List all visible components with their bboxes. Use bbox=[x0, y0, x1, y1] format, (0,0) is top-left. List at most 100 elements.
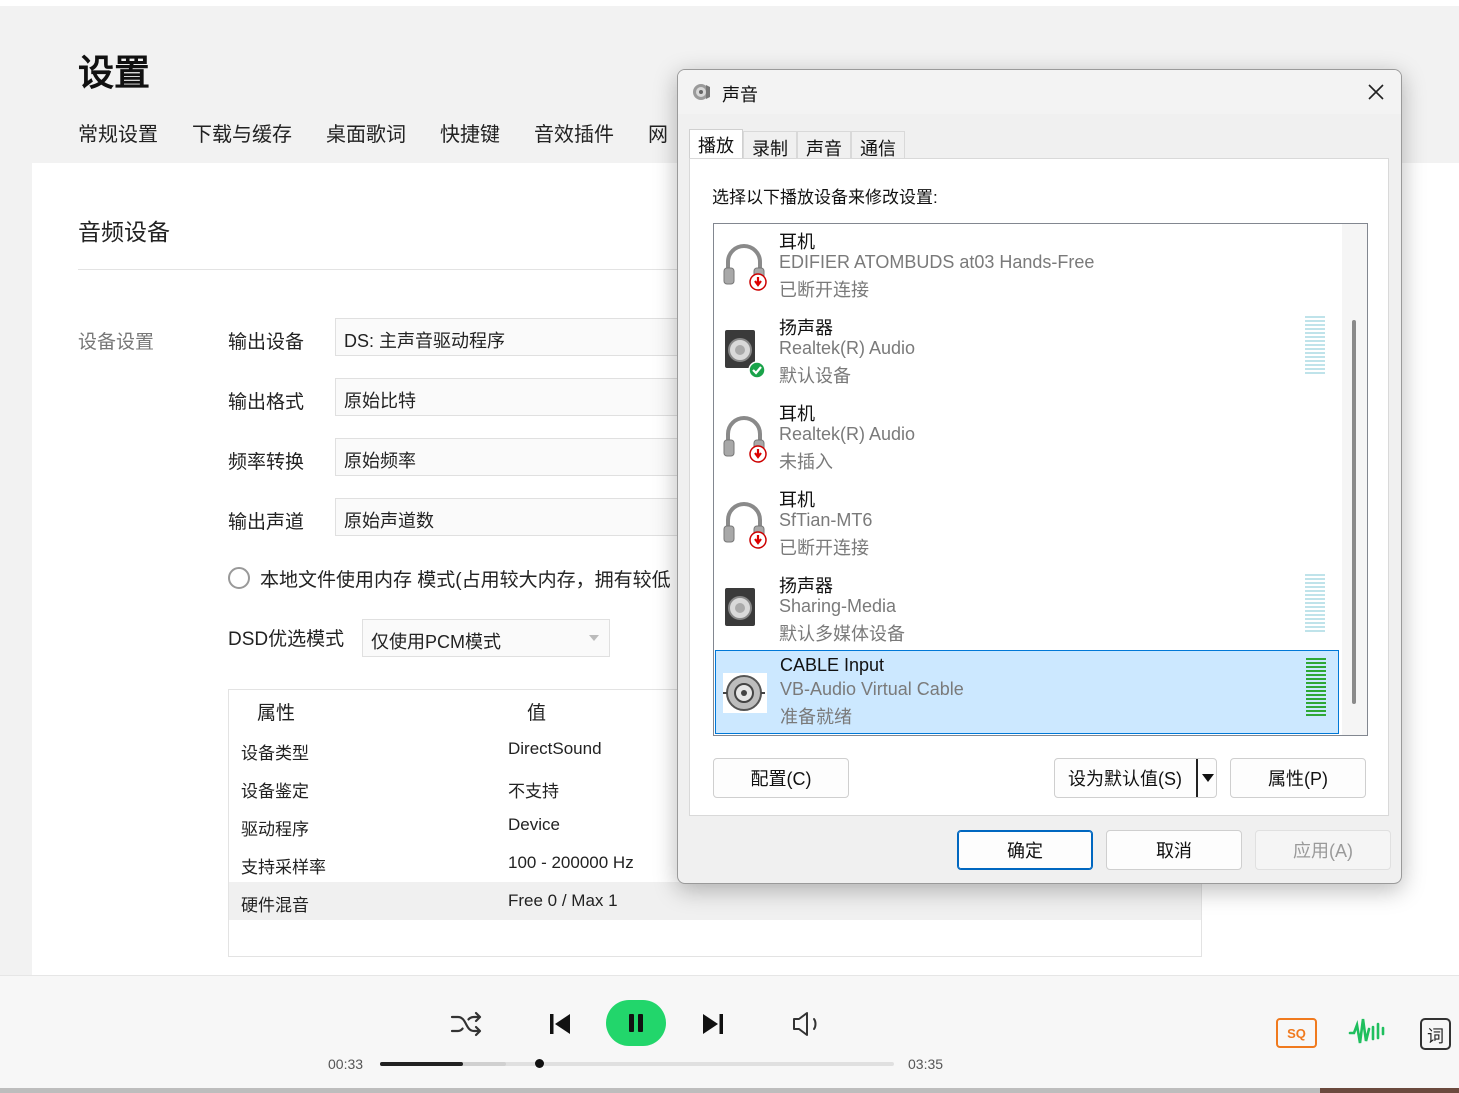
section-title: 音频设备 bbox=[78, 219, 170, 245]
shuffle-icon bbox=[450, 1011, 482, 1037]
skip-forward-icon bbox=[703, 1014, 723, 1034]
table-row: 硬件混音 Free 0 / Max 1 bbox=[229, 882, 1201, 920]
set-default-split-button[interactable]: 设为默认值(S) bbox=[1054, 758, 1217, 798]
level-meter-active bbox=[1306, 658, 1326, 716]
sound-dialog: 声音 播放 录制 声音 通信 选择以下播放设备来修改设置: 耳机 EDIFIER… bbox=[677, 69, 1402, 884]
dialog-title: 声音 bbox=[722, 85, 758, 105]
column-header-property: 属性 bbox=[257, 703, 296, 724]
tab-effects-plugins[interactable]: 音效插件 bbox=[534, 118, 614, 147]
sound-quality-badge[interactable]: SQ bbox=[1276, 1018, 1317, 1048]
set-default-dropdown[interactable] bbox=[1196, 759, 1217, 797]
page-title: 设置 bbox=[78, 52, 151, 93]
property-key: 硬件混音 bbox=[241, 896, 309, 915]
speaker-icon bbox=[725, 330, 766, 378]
waveform-icon bbox=[1348, 1018, 1385, 1044]
audio-effect-button[interactable] bbox=[1346, 1014, 1386, 1050]
scrollbar-thumb[interactable] bbox=[1352, 320, 1356, 704]
device-name: 扬声器 bbox=[779, 318, 833, 338]
memory-mode-label: 本地文件使用内存 模式(占用较大内存，拥有较低 bbox=[260, 570, 671, 591]
device-name: 耳机 bbox=[779, 404, 815, 424]
speaker-icon bbox=[725, 588, 755, 626]
device-item[interactable]: 耳机 Realtek(R) Audio 未插入 bbox=[715, 396, 1339, 480]
property-key: 设备类型 bbox=[241, 744, 309, 763]
device-item[interactable]: 扬声器 Realtek(R) Audio 默认设备 bbox=[715, 310, 1339, 394]
device-item-selected[interactable]: CABLE Input VB-Audio Virtual Cable 准备就绪 bbox=[715, 650, 1339, 734]
device-item[interactable]: 扬声器 Sharing-Media 默认多媒体设备 bbox=[715, 568, 1339, 652]
tab-download-cache[interactable]: 下载与缓存 bbox=[192, 118, 292, 147]
skip-back-icon bbox=[550, 1014, 570, 1034]
property-key: 支持采样率 bbox=[241, 858, 326, 877]
current-time: 00:33 bbox=[328, 1056, 364, 1072]
tab-general[interactable]: 常规设置 bbox=[78, 118, 158, 147]
device-detail: EDIFIER ATOMBUDS at03 Hands-Free bbox=[779, 252, 1095, 272]
progress-handle[interactable] bbox=[535, 1059, 544, 1068]
device-item[interactable]: 耳机 SfTian-MT6 已断开连接 bbox=[715, 482, 1339, 566]
output-format-label: 输出格式 bbox=[228, 392, 305, 413]
column-header-value: 值 bbox=[527, 703, 547, 724]
dialog-titlebar[interactable]: 声音 bbox=[678, 70, 1401, 114]
chevron-down-icon bbox=[589, 635, 599, 641]
memory-mode-radio[interactable] bbox=[228, 567, 250, 589]
playback-device-list: 耳机 EDIFIER ATOMBUDS at03 Hands-Free 已断开连… bbox=[713, 223, 1368, 736]
headphones-icon bbox=[723, 416, 767, 463]
output-channel-label: 输出声道 bbox=[228, 512, 305, 533]
settings-tabs: 常规设置 下载与缓存 桌面歌词 快捷键 音效插件 网 bbox=[78, 118, 668, 147]
device-detail: Sharing-Media bbox=[779, 596, 897, 616]
pause-button[interactable] bbox=[606, 1000, 666, 1046]
bottom-divider bbox=[0, 1088, 1320, 1093]
set-default-label: 设为默认值(S) bbox=[1068, 769, 1182, 789]
device-item[interactable]: 耳机 EDIFIER ATOMBUDS at03 Hands-Free 已断开连… bbox=[715, 224, 1339, 308]
device-name: 扬声器 bbox=[779, 576, 833, 596]
cancel-button[interactable]: 取消 bbox=[1106, 830, 1242, 870]
device-list-scrollbar[interactable] bbox=[1342, 224, 1367, 735]
configure-button[interactable]: 配置(C) bbox=[713, 758, 849, 798]
output-channel-select[interactable]: 原始声道数 bbox=[335, 498, 695, 536]
freq-convert-select[interactable]: 原始频率 bbox=[335, 438, 695, 476]
volume-icon bbox=[793, 1012, 817, 1036]
output-format-select[interactable]: 原始比特 bbox=[335, 378, 695, 416]
device-name: 耳机 bbox=[779, 490, 815, 510]
tab-desktop-lyrics[interactable]: 桌面歌词 bbox=[326, 118, 406, 147]
player-bar: 00:33 03:35 SQ 词 bbox=[0, 975, 1459, 1093]
shuffle-button[interactable] bbox=[448, 1006, 484, 1042]
tab-shortcuts[interactable]: 快捷键 bbox=[440, 118, 500, 147]
group-label: 设备设置 bbox=[78, 332, 155, 353]
tab-communications[interactable]: 通信 bbox=[851, 131, 905, 160]
tab-network[interactable]: 网 bbox=[648, 118, 668, 147]
ok-button[interactable]: 确定 bbox=[957, 830, 1093, 870]
tab-sounds[interactable]: 声音 bbox=[797, 131, 851, 160]
device-status: 默认设备 bbox=[779, 366, 851, 386]
device-status: 准备就绪 bbox=[780, 707, 852, 727]
output-device-label: 输出设备 bbox=[228, 332, 305, 353]
device-detail: Realtek(R) Audio bbox=[779, 424, 916, 444]
dialog-tabs: 播放 录制 声音 通信 bbox=[689, 129, 905, 160]
close-button[interactable] bbox=[1356, 78, 1396, 106]
pause-icon bbox=[629, 1014, 643, 1032]
device-detail: Realtek(R) Audio bbox=[779, 338, 916, 358]
cable-icon bbox=[723, 673, 767, 713]
properties-button[interactable]: 属性(P) bbox=[1230, 758, 1366, 798]
tab-playback[interactable]: 播放 bbox=[689, 129, 743, 160]
device-status: 已断开连接 bbox=[779, 538, 869, 558]
close-icon bbox=[1368, 84, 1384, 100]
progress-slider[interactable] bbox=[380, 1059, 894, 1068]
property-value: Device bbox=[508, 815, 560, 834]
bottom-corner-decoration bbox=[1320, 1088, 1459, 1093]
freq-convert-label: 频率转换 bbox=[228, 452, 305, 473]
section-divider bbox=[78, 269, 718, 270]
lyrics-button[interactable]: 词 bbox=[1420, 1018, 1451, 1050]
apply-button[interactable]: 应用(A) bbox=[1255, 830, 1391, 870]
output-device-select[interactable]: DS: 主声音驱动程序 bbox=[335, 318, 695, 356]
previous-button[interactable] bbox=[543, 1006, 577, 1042]
tab-recording[interactable]: 录制 bbox=[743, 131, 797, 160]
device-detail: VB-Audio Virtual Cable bbox=[780, 679, 964, 699]
property-value: DirectSound bbox=[508, 739, 602, 758]
dsd-mode-select[interactable]: 仅使用PCM模式 bbox=[362, 619, 610, 657]
volume-button[interactable] bbox=[787, 1006, 827, 1042]
device-name: CABLE Input bbox=[780, 655, 885, 675]
next-button[interactable] bbox=[696, 1006, 730, 1042]
property-key: 驱动程序 bbox=[241, 820, 309, 839]
device-status: 已断开连接 bbox=[779, 280, 869, 300]
headphones-icon bbox=[723, 244, 767, 291]
property-value: Free 0 / Max 1 bbox=[508, 891, 618, 910]
